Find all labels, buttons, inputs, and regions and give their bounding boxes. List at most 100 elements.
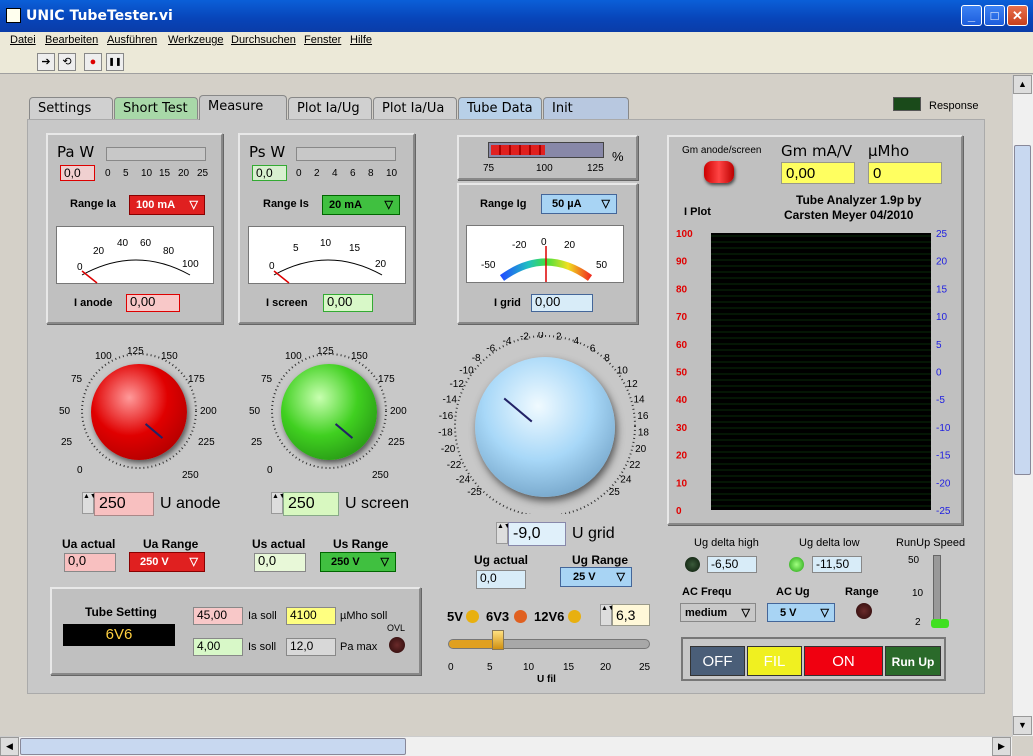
ua-range-select[interactable]: 250 V ▽	[129, 552, 205, 572]
runup-tick: 2	[915, 617, 921, 628]
horizontal-scrollbar[interactable]: ◀ ▶	[0, 736, 1012, 756]
screen-value[interactable]: 250	[283, 492, 339, 516]
fil-6v3-led[interactable]	[514, 610, 527, 623]
ac-frequ-select[interactable]: medium ▽	[680, 603, 756, 622]
grid-spinner[interactable]: ▲▼	[496, 522, 511, 544]
plot-left-tick: 0	[676, 506, 682, 517]
tab-init[interactable]: Init	[543, 97, 629, 119]
tab-plot-ia-ua[interactable]: Plot Ia/Ua	[373, 97, 457, 119]
vertical-scroll-thumb[interactable]	[1014, 145, 1031, 475]
tube-type-display[interactable]: 6V6	[63, 624, 175, 646]
is-soll-value: 4,00	[193, 638, 243, 656]
range-ia-select[interactable]: 100 mA ▽	[129, 195, 205, 215]
i-grid-value: 0,00	[531, 294, 593, 312]
vertical-scrollbar[interactable]: ▲ ▼	[1012, 75, 1033, 736]
runup-slider-thumb[interactable]	[931, 619, 949, 628]
chevron-down-icon: ▽	[189, 556, 198, 568]
knob-tick: 2	[556, 332, 562, 343]
tab-short-test[interactable]: Short Test	[114, 97, 198, 119]
fil-slider-thumb[interactable]	[492, 630, 504, 650]
screen-knob[interactable]	[281, 364, 377, 460]
anode-value[interactable]: 250	[94, 492, 154, 516]
tab-tube-data[interactable]: Tube Data	[458, 97, 542, 119]
screen-spinner[interactable]: ▲▼	[271, 492, 286, 514]
menu-bearbeiten[interactable]: Bearbeiten	[45, 34, 98, 46]
anode-spinner[interactable]: ▲▼	[82, 492, 97, 514]
app-title-line2: Carsten Meyer 04/2010	[784, 208, 914, 222]
us-actual-label: Us actual	[252, 537, 306, 551]
fil-12v6-led[interactable]	[568, 610, 581, 623]
tab-plot-ia-ug[interactable]: Plot Ia/Ug	[288, 97, 372, 119]
close-button[interactable]: ✕	[1007, 5, 1028, 26]
ug-range-select[interactable]: 25 V ▽	[560, 567, 632, 587]
abort-icon[interactable]: ●	[84, 53, 102, 71]
menu-hilfe[interactable]: Hilfe	[350, 34, 372, 46]
knob-tick: 0	[538, 332, 544, 341]
ia-soll-value: 45,00	[193, 607, 243, 625]
fil-spinner[interactable]: ▲▼	[600, 604, 615, 626]
range-is-select[interactable]: 20 mA ▽	[322, 195, 400, 215]
pa-value: 0,0	[60, 165, 95, 181]
us-range-select[interactable]: 250 V ▽	[320, 552, 396, 572]
tab-measure[interactable]: Measure	[199, 95, 287, 120]
knob-tick: -12	[449, 379, 464, 390]
grid-value[interactable]: -9,0	[508, 522, 566, 546]
scroll-left-icon[interactable]: ◀	[0, 737, 19, 756]
knob-tick: 225	[198, 437, 215, 448]
minimize-button[interactable]: _	[961, 5, 982, 26]
menu-durchsuchen[interactable]: Durchsuchen	[231, 34, 296, 46]
run-up-button[interactable]: Run Up	[885, 646, 941, 676]
menu-ausfuehren[interactable]: Ausführen	[107, 34, 157, 46]
fil-5v-led[interactable]	[466, 610, 479, 623]
knob-tick: -4	[503, 336, 512, 347]
plot-right-tick: -15	[936, 451, 951, 462]
percent-unit: %	[612, 149, 624, 164]
knob-tick: -10	[459, 365, 474, 376]
chevron-down-icon: ▽	[616, 571, 625, 583]
gm-anode-screen-switch[interactable]	[704, 161, 734, 183]
menu-werkzeuge[interactable]: Werkzeuge	[168, 34, 223, 46]
percent-tick: 125	[587, 163, 604, 174]
ug-delta-high-value[interactable]: -6,50	[707, 556, 757, 573]
fil-scale: 0 5 10 15 20 25 U fil	[448, 662, 651, 684]
pause-icon[interactable]: ❚❚	[106, 53, 124, 71]
fil-slider-track[interactable]	[448, 639, 650, 649]
knob-tick: 6	[590, 343, 596, 354]
knob-tick: 25	[251, 437, 263, 448]
on-button[interactable]: ON	[804, 646, 883, 676]
off-button[interactable]: OFF	[690, 646, 745, 676]
fil-value[interactable]: 6,3	[612, 604, 650, 626]
scroll-right-icon[interactable]: ▶	[992, 737, 1011, 756]
runup-slider[interactable]	[933, 555, 941, 627]
run-arrow-icon[interactable]: ➔	[37, 53, 55, 71]
range-ig-select[interactable]: 50 µA ▽	[541, 194, 617, 214]
knob-tick: 225	[388, 437, 405, 448]
knob-tick: 18	[638, 428, 650, 439]
fil-5v-label: 5V	[447, 609, 463, 624]
ac-ug-select[interactable]: 5 V ▽	[767, 603, 835, 622]
anode-meter: 0 20 40 60 80 100	[56, 226, 214, 284]
meter-needle	[273, 270, 290, 284]
horizontal-scroll-thumb[interactable]	[20, 738, 406, 755]
menu-fenster[interactable]: Fenster	[304, 34, 341, 46]
run-continuously-icon[interactable]: ⟲	[58, 53, 76, 71]
anode-knob[interactable]	[91, 364, 187, 460]
scroll-up-icon[interactable]: ▲	[1013, 75, 1032, 94]
u-anode-label: U anode	[160, 495, 221, 512]
menu-datei[interactable]: Datei	[10, 34, 36, 46]
plot-right-tick: 20	[936, 257, 948, 268]
tab-settings[interactable]: Settings	[29, 97, 113, 119]
scroll-down-icon[interactable]: ▼	[1013, 716, 1032, 735]
chevron-down-icon: ▽	[189, 199, 198, 211]
plot-left-tick: 40	[676, 395, 688, 406]
knob-tick: -8	[472, 353, 481, 364]
delta-low-led	[789, 557, 804, 572]
u-fil-label: U fil	[537, 674, 556, 684]
fil-button[interactable]: FIL	[747, 646, 802, 676]
tube-setting-title: Tube Setting	[85, 605, 157, 619]
grid-knob[interactable]	[475, 357, 615, 497]
ug-delta-high-label: Ug delta high	[694, 537, 759, 549]
ug-delta-low-value[interactable]: -11,50	[812, 556, 862, 573]
plot-left-tick: 100	[676, 229, 693, 240]
maximize-button[interactable]: □	[984, 5, 1005, 26]
